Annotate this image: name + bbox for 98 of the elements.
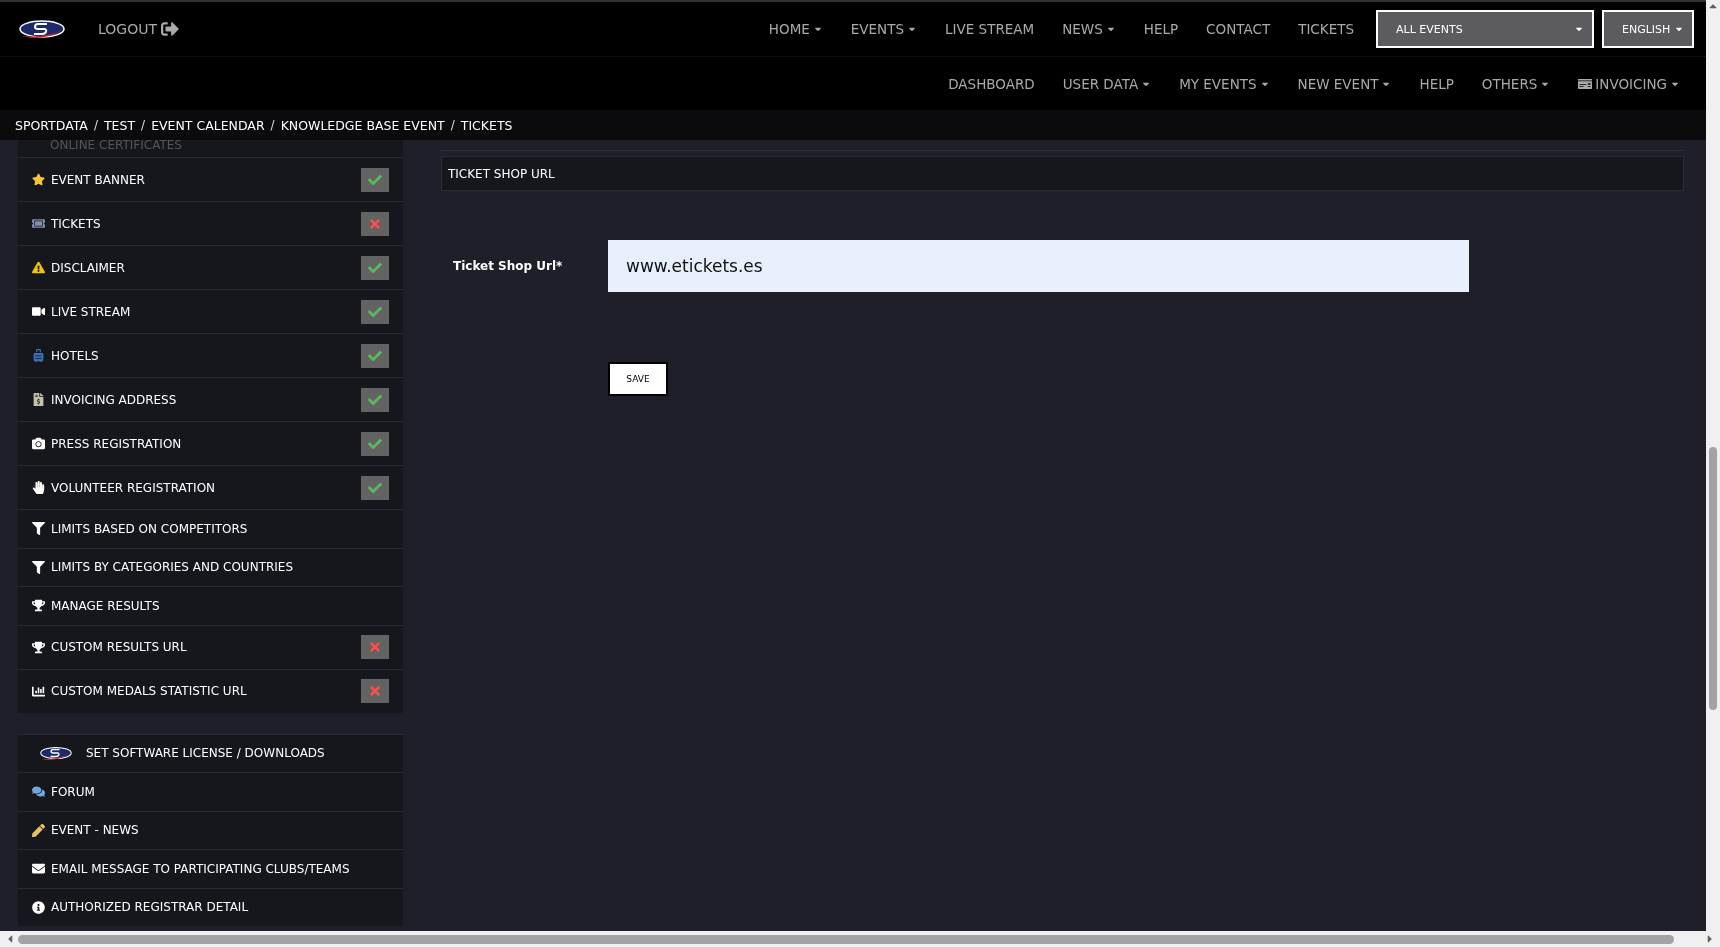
sidebar-label: INVOICING ADDRESS	[51, 392, 178, 407]
nav-link[interactable]: HELP	[1405, 75, 1468, 92]
sidebar-item[interactable]: LIMITS BASED ON COMPETITORS	[18, 509, 403, 548]
pencil-icon	[32, 823, 45, 837]
ticket-icon	[32, 217, 45, 230]
filter-icon	[32, 560, 45, 574]
warning-icon	[32, 261, 45, 274]
sidebar-label: HOTELS	[51, 348, 100, 363]
sidebar-item[interactable]: PRESS REGISTRATION	[18, 421, 403, 465]
nav-link[interactable]: USER DATA	[1048, 75, 1166, 92]
breadcrumb-link[interactable]: EVENT CALENDAR	[151, 117, 265, 133]
camera-icon	[32, 437, 45, 450]
scrollbar[interactable]	[1706, 0, 1720, 931]
sidebar-item[interactable]: LIMITS BY CATEGORIES AND COUNTRIES	[18, 547, 403, 586]
sidebar-label: AUTHORIZED REGISTRAR DETAIL	[51, 900, 250, 915]
sidebar-label: EVENT - NEWS	[51, 823, 140, 838]
breadcrumb-separator: /	[450, 118, 455, 132]
check-icon	[368, 436, 382, 451]
nav-link[interactable]: HELP	[1129, 21, 1193, 37]
sidebar-label: PRESS REGISTRATION	[51, 436, 183, 451]
nav-link[interactable]: LIVE STREAM	[931, 21, 1049, 37]
check-icon	[368, 260, 382, 275]
breadcrumb-link[interactable]: SPORTDATA	[15, 117, 88, 133]
sidebar-item[interactable]: DISCLAIMER	[18, 245, 403, 289]
scrollbar[interactable]	[0, 931, 1720, 947]
sidebar-item[interactable]: SET SOFTWARE LICENSE / DOWNLOADS	[18, 733, 403, 772]
star-icon	[32, 173, 45, 186]
filter-icon	[32, 522, 45, 536]
sidebar-label: EVENT BANNER	[51, 172, 146, 187]
sidebar-label: MANAGE RESULTS	[51, 598, 161, 613]
scrollbar-thumb[interactable]	[1709, 447, 1717, 710]
sidebar-item[interactable]: HOTELS	[18, 333, 403, 377]
nav-link[interactable]: HOME	[754, 21, 837, 37]
invoice-icon	[32, 393, 45, 406]
sidebar-label: TICKETS	[51, 216, 102, 231]
scrollbar-thumb[interactable]	[18, 934, 1674, 944]
nav-link[interactable]: MY EVENTS	[1165, 75, 1284, 92]
nav-link[interactable]: TICKETS	[1284, 21, 1368, 37]
sidebar-item[interactable]: EVENT BANNER	[18, 157, 403, 201]
sidebar-label: LIMITS BASED ON COMPETITORS	[51, 521, 249, 536]
sidebar-item[interactable]: EMAIL MESSAGE TO PARTICIPATING CLUBS/TEAMS	[18, 849, 403, 888]
logout-icon	[161, 20, 179, 38]
check-icon	[368, 480, 382, 495]
invoice-card-icon	[1578, 76, 1593, 91]
breadcrumb-link[interactable]: KNOWLEDGE BASE EVENT	[280, 117, 445, 133]
breadcrumb-link[interactable]: TICKETS	[460, 117, 513, 133]
sidebar-label: LIVE STREAM	[51, 304, 132, 319]
hand-icon	[32, 481, 45, 494]
nav-link[interactable]: NEW EVENT	[1283, 75, 1406, 92]
close-icon	[368, 684, 382, 698]
check-icon	[368, 392, 382, 407]
sidebar-label: SET SOFTWARE LICENSE / DOWNLOADS	[86, 746, 326, 761]
language-select[interactable]: ENGLISH	[1602, 10, 1694, 48]
section-title: TICKET SHOP URL	[441, 156, 1684, 191]
field-label: Ticket Shop Url*	[453, 259, 564, 273]
breadcrumb-separator: /	[270, 118, 275, 132]
breadcrumb-separator: /	[93, 118, 98, 132]
sidebar-label: EMAIL MESSAGE TO PARTICIPATING CLUBS/TEAMS	[51, 861, 351, 876]
sidebar-item[interactable]: FORUM	[18, 772, 403, 811]
sidebar-item[interactable]: TICKETS	[18, 201, 403, 245]
check-icon	[368, 172, 382, 187]
nav-link[interactable]: EVENTS	[836, 21, 932, 37]
input-field[interactable]: www.etickets.es	[608, 240, 1469, 292]
trophy-icon	[32, 640, 45, 654]
nav-link[interactable]: OTHERS	[1467, 75, 1565, 92]
suitcase-icon	[32, 349, 45, 362]
sidebar-label: CUSTOM MEDALS STATISTIC URL	[51, 684, 248, 698]
sidebar-item[interactable]: AUTHORIZED REGISTRAR DETAIL	[18, 887, 403, 926]
nav-link[interactable]: NEWS	[1048, 21, 1130, 37]
event-select[interactable]: ALL EVENTS	[1376, 10, 1594, 48]
trophy-icon	[32, 599, 45, 613]
bar-chart-icon	[32, 684, 45, 698]
sidebar-label: FORUM	[51, 784, 96, 799]
breadcrumb-separator: /	[141, 118, 146, 132]
logout-link[interactable]: LOGOUT	[98, 20, 179, 38]
nav-link[interactable]: INVOICING	[1564, 75, 1694, 92]
video-camera-icon	[32, 305, 45, 318]
nav-link[interactable]: DASHBOARD	[934, 75, 1049, 92]
sidebar-item[interactable]: CUSTOM MEDALS STATISTIC URL	[18, 668, 403, 713]
sidebar-label: VOLUNTEER REGISTRATION	[51, 480, 217, 495]
breadcrumb-link[interactable]: TEST	[104, 117, 136, 133]
save-button[interactable]: SAVE	[608, 362, 668, 396]
info-icon	[32, 900, 45, 914]
sidebar-item[interactable]: MANAGE RESULTS	[18, 586, 403, 625]
envelope-icon	[32, 862, 45, 876]
sidebar-item[interactable]: VOLUNTEER REGISTRATION	[18, 465, 403, 509]
sidebar-label: DISCLAIMER	[51, 260, 126, 275]
sidebar-item[interactable]: CUSTOM RESULTS URL	[18, 624, 403, 669]
close-icon	[368, 216, 382, 231]
check-icon	[368, 304, 382, 319]
sidebar-label: LIMITS BY CATEGORIES AND COUNTRIES	[51, 560, 295, 575]
nav-link[interactable]: CONTACT	[1192, 21, 1285, 37]
sidebar-item[interactable]: INVOICING ADDRESS	[18, 377, 403, 421]
check-icon	[368, 348, 382, 363]
close-icon	[368, 640, 382, 654]
sidebar-item[interactable]: LIVE STREAM	[18, 289, 403, 333]
sidebar-label: CUSTOM RESULTS URL	[51, 640, 188, 654]
sidebar-item[interactable]: EVENT - NEWS	[18, 810, 403, 849]
